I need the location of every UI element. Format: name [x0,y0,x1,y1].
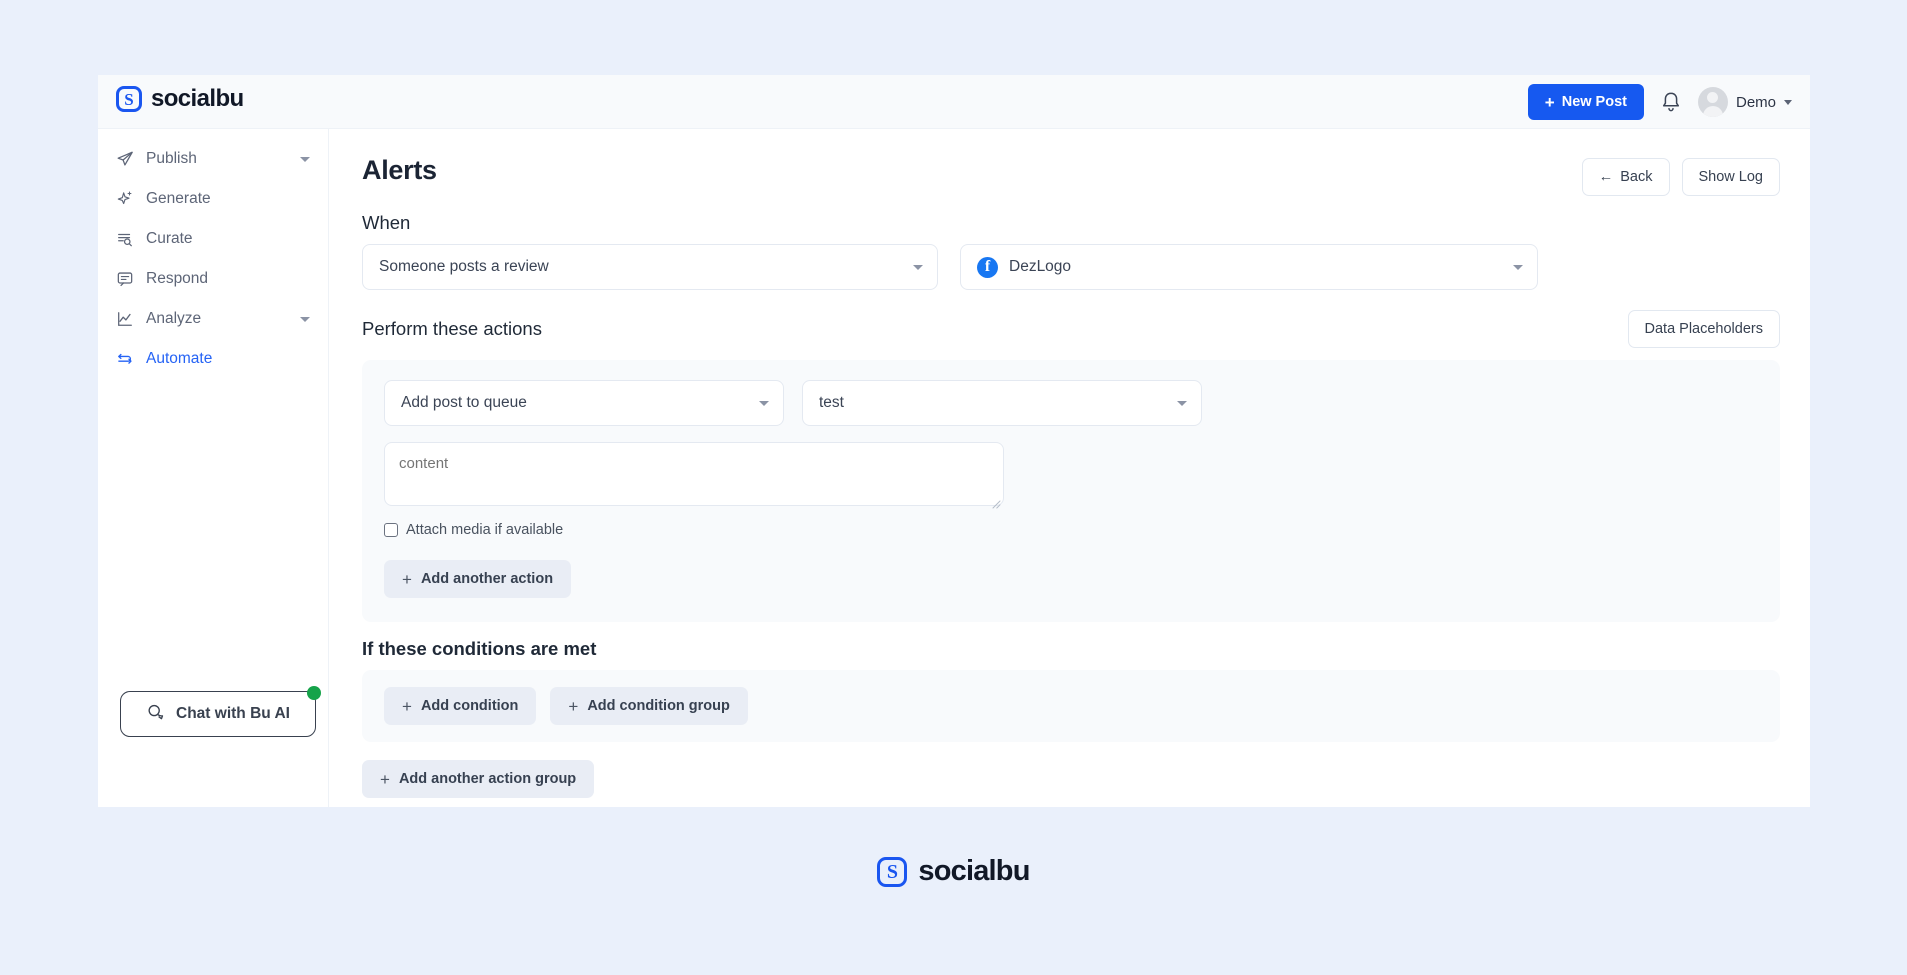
facebook-icon: f [977,256,998,278]
action-group-panel: Add post to queue test Attach me [362,360,1780,622]
content-textarea-wrapper [384,426,1004,511]
main-content: Alerts ← Back Show Log When Someone post… [329,129,1810,807]
plus-icon: + [380,769,390,789]
action-type-select[interactable]: Add post to queue [384,380,784,426]
sidebar-item-label: Curate [146,230,193,247]
attach-media-label: Attach media if available [406,522,564,538]
back-button[interactable]: ← Back [1581,158,1670,196]
page-header: Alerts ← Back Show Log [362,155,1780,196]
bell-icon[interactable] [1660,90,1682,114]
action-row: Add post to queue test [384,380,1758,426]
add-condition-group-button[interactable]: + Add condition group [550,687,748,725]
sidebar-item-label: Respond [146,270,209,287]
loop-arrows-icon [114,349,136,369]
sidebar-item-label: Publish [146,150,197,167]
footer-brand-name: socialbu [918,855,1030,887]
page-header-actions: ← Back Show Log [1581,158,1780,196]
chat-bubbles-icon [146,703,166,726]
chevron-down-icon [1177,401,1187,406]
new-post-button[interactable]: + New Post [1527,84,1644,120]
topbar-right-group: + New Post Demo [1527,84,1792,120]
content-input[interactable] [384,442,1004,506]
avatar [1697,87,1728,117]
sidebar-item-publish[interactable]: Publish [98,139,328,179]
conditions-section-label: If these conditions are met [362,638,597,659]
queue-select[interactable]: test [802,380,1202,426]
chevron-down-icon [1513,265,1523,270]
add-condition-group-label: Add condition group [587,698,730,714]
user-menu[interactable]: Demo [1697,87,1792,117]
plus-icon: + [402,569,412,589]
trigger-select[interactable]: Someone posts a review [362,244,938,290]
chat-widget-label: Chat with Bu AI [176,705,290,722]
sidebar-item-automate[interactable]: Automate [98,339,328,379]
add-another-action-group-label: Add another action group [398,771,577,787]
chevron-down-icon [1784,99,1792,105]
add-condition-label: Add condition [420,698,519,714]
add-another-action-label: Add another action [420,571,554,587]
add-another-action-button[interactable]: + Add another action [384,560,572,598]
chevron-down-icon [759,401,769,406]
page-title: Alerts [362,155,437,185]
chevron-down-icon [300,157,310,162]
user-name: Demo [1735,93,1776,111]
socialbu-logo-icon: S [877,856,908,887]
add-condition-button[interactable]: + Add condition [384,687,537,725]
chat-with-bu-ai-button[interactable]: Chat with Bu AI [120,686,321,737]
brand-logo[interactable]: S socialbu [116,85,244,113]
sidebar-item-label: Generate [146,190,211,207]
chevron-down-icon [913,265,923,270]
actions-section-label: Perform these actions [362,318,542,339]
online-status-dot [307,686,321,700]
conditions-panel: + Add condition + Add condition group [362,670,1780,742]
data-placeholders-button[interactable]: Data Placeholders [1627,310,1780,348]
attach-media-row: Attach media if available [384,522,1758,538]
data-placeholders-label: Data Placeholders [1644,321,1764,337]
action-type-value: Add post to queue [401,394,527,411]
sidebar-item-label: Automate [146,350,213,367]
app-window: S socialbu + New Post Demo Publish Gener… [98,75,1810,807]
back-label: Back [1620,169,1653,185]
sidebar-item-generate[interactable]: Generate [98,179,328,219]
list-search-icon [114,229,136,249]
brand-name: socialbu [151,85,244,112]
top-bar: S socialbu + New Post Demo [98,75,1810,129]
trigger-select-value: Someone posts a review [379,258,549,275]
attach-media-checkbox[interactable] [384,523,398,537]
when-section-label: When [362,212,411,233]
add-another-action-group-button[interactable]: + Add another action group [362,760,595,798]
queue-select-value: test [819,394,844,411]
plus-icon: + [402,696,412,716]
paper-plane-icon [114,149,136,169]
show-log-label: Show Log [1698,169,1764,185]
sidebar: Publish Generate Curate Respond Analyze … [98,129,329,807]
sidebar-item-label: Analyze [146,310,202,327]
socialbu-logo-icon: S [116,86,142,112]
add-action-wrapper: + Add another action [384,560,1758,598]
sidebar-item-curate[interactable]: Curate [98,219,328,259]
account-select[interactable]: f DezLogo [960,244,1538,290]
show-log-button[interactable]: Show Log [1681,158,1780,196]
new-post-label: New Post [1561,94,1627,110]
account-select-value: DezLogo [1009,258,1072,275]
plus-icon: + [1544,92,1555,112]
sidebar-item-respond[interactable]: Respond [98,259,328,299]
footer-logo: S socialbu [0,855,1907,888]
sparkle-icon [114,189,136,209]
when-row: Someone posts a review f DezLogo [362,244,1780,290]
chevron-down-icon [300,317,310,322]
plus-icon: + [568,696,579,716]
sidebar-item-analyze[interactable]: Analyze [98,299,328,339]
line-chart-icon [114,309,136,329]
chat-box-icon [114,269,136,289]
actions-header: Perform these actions Data Placeholders [362,310,1780,348]
arrow-left-icon: ← [1598,169,1614,185]
